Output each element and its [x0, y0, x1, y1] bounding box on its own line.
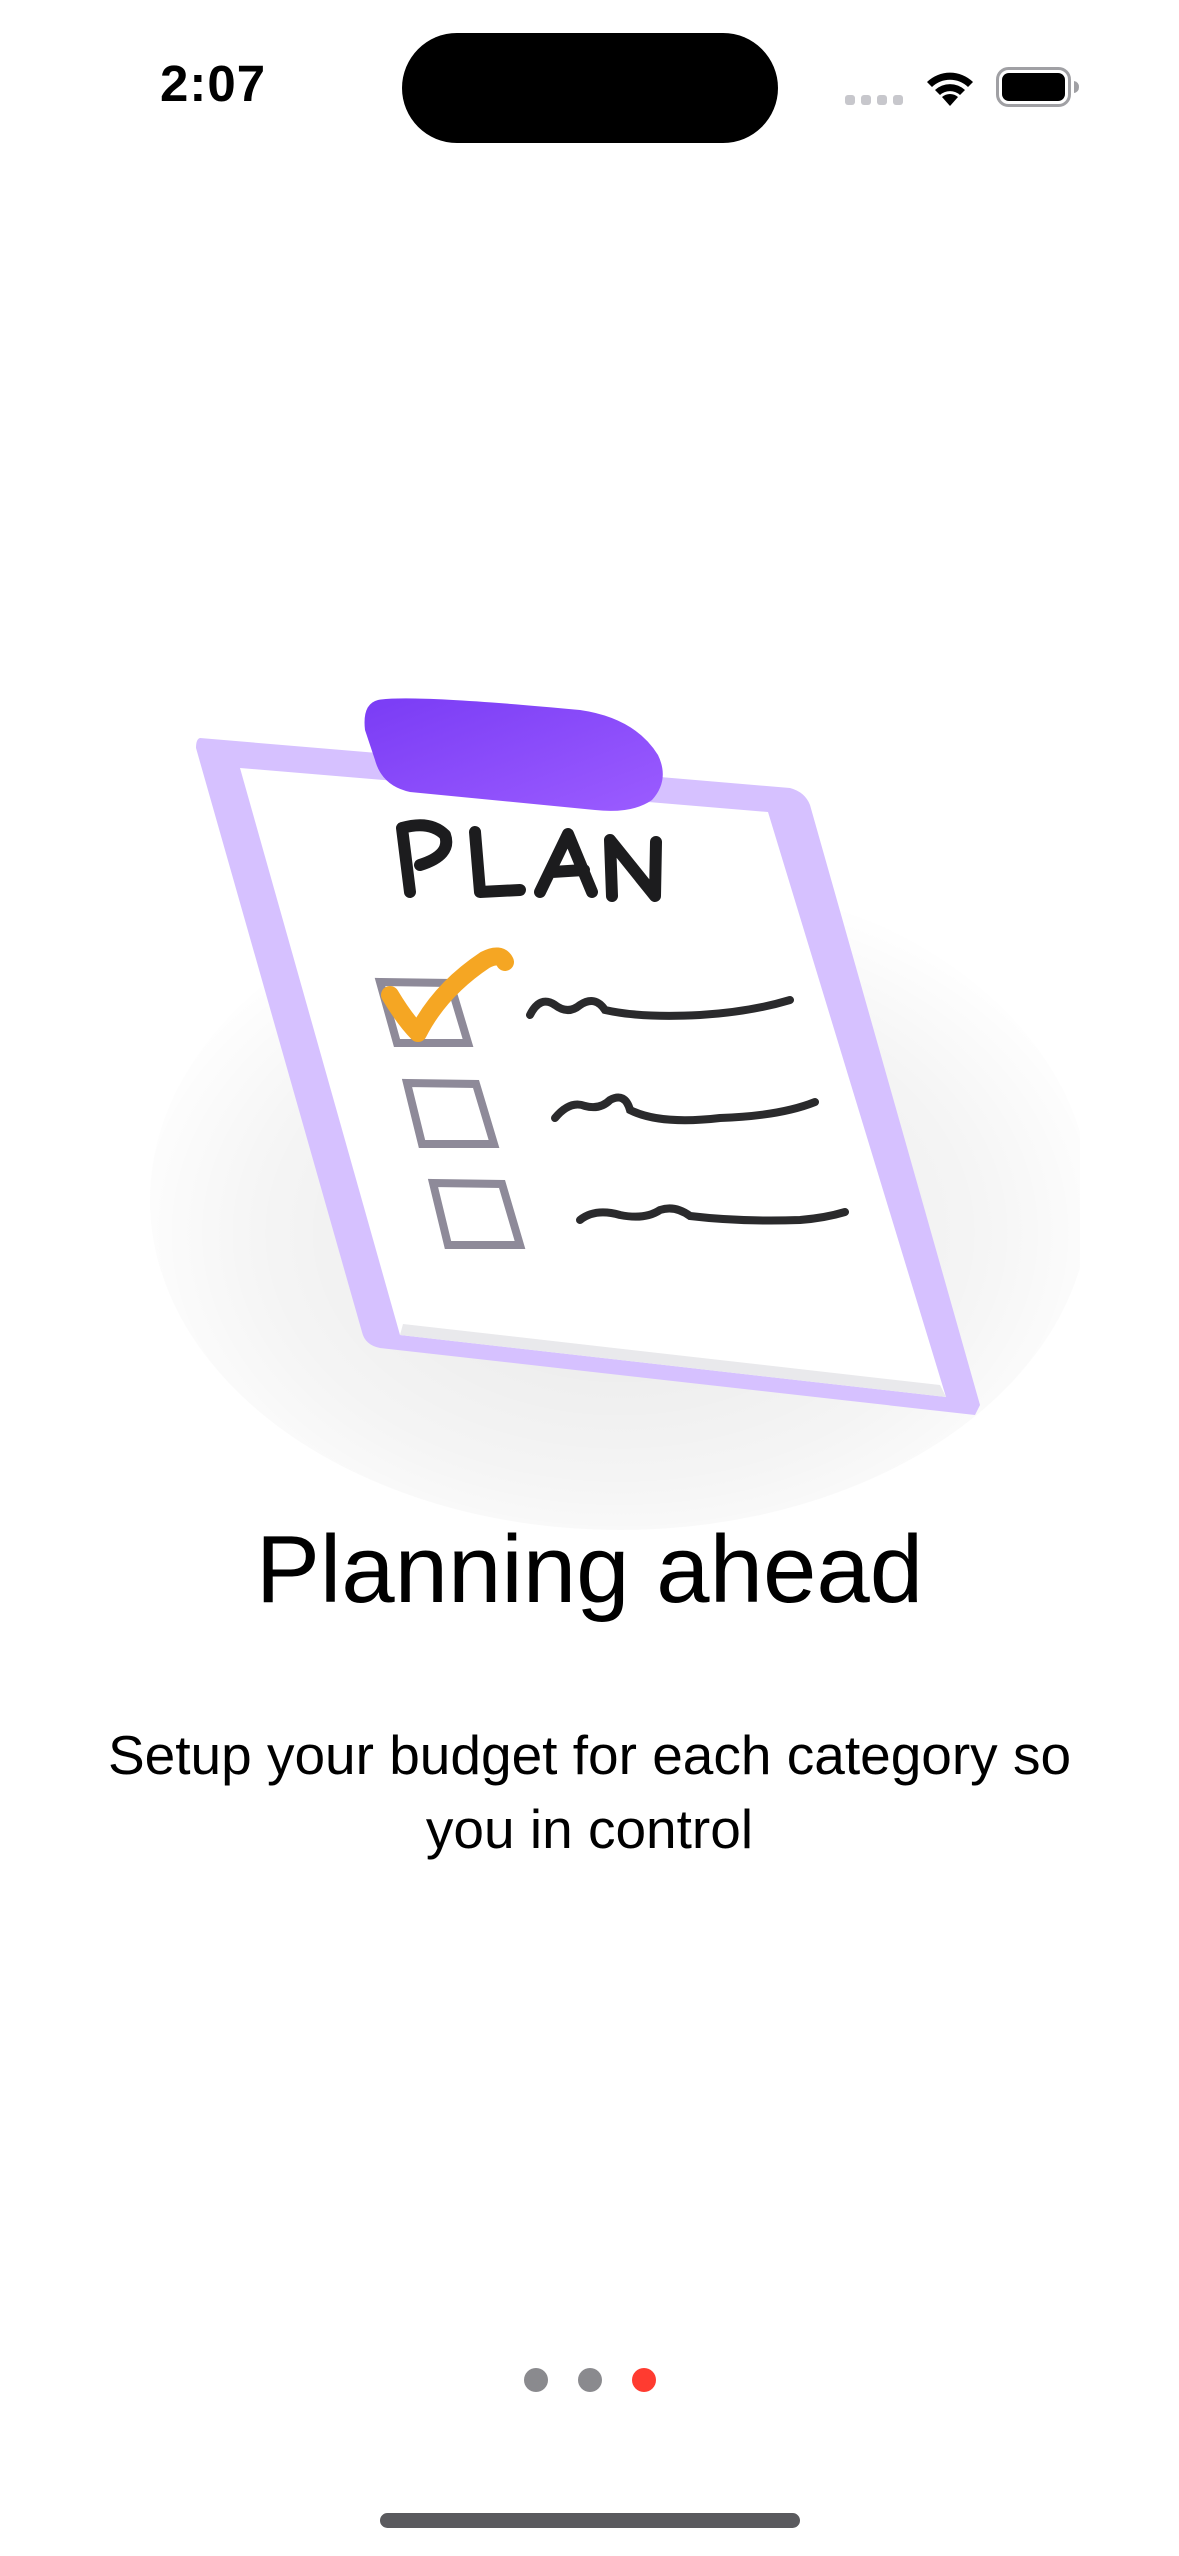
status-bar: 2:07 — [0, 0, 1179, 170]
status-time: 2:07 — [160, 55, 267, 112]
page-dot-3-active[interactable] — [631, 2368, 656, 2392]
home-indicator[interactable] — [380, 2513, 800, 2528]
page-indicator[interactable] — [0, 2368, 1179, 2392]
wifi-icon — [927, 72, 973, 106]
onboarding-screen: 2:07 Planning ahead Setup your budget fo… — [0, 0, 1179, 2556]
onboarding-title: Planning ahead — [255, 1516, 924, 1623]
battery-icon — [996, 67, 1079, 107]
cellular-signal-icon — [845, 95, 903, 105]
onboarding-subtitle: Setup your budget for each category so y… — [107, 1724, 1072, 1860]
dynamic-island — [402, 33, 778, 143]
plan-clipboard-illustration — [150, 698, 1080, 1530]
page-dot-1[interactable] — [523, 2368, 548, 2392]
page-dot-2[interactable] — [577, 2368, 602, 2392]
